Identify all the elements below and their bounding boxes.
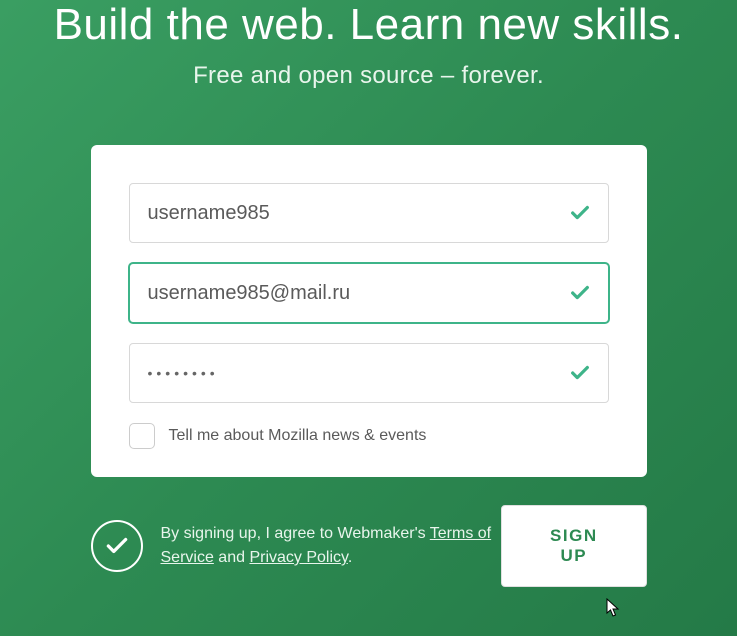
agree-indicator (91, 520, 143, 572)
newsletter-checkbox[interactable] (129, 423, 155, 449)
newsletter-label: Tell me about Mozilla news & events (169, 427, 427, 445)
username-input[interactable] (129, 183, 609, 243)
check-icon (569, 362, 591, 384)
agree-suffix: . (348, 549, 352, 566)
hero-subtitle: Free and open source – forever. (0, 62, 737, 90)
password-input[interactable] (129, 343, 609, 403)
agree-prefix: By signing up, I agree to Webmaker's (161, 525, 430, 542)
agree-section: By signing up, I agree to Webmaker's Ter… (91, 520, 502, 572)
cursor-icon (606, 598, 622, 618)
newsletter-row: Tell me about Mozilla news & events (129, 423, 609, 449)
agree-middle: and (214, 549, 250, 566)
signup-button[interactable]: SIGN UP (501, 505, 646, 587)
check-icon (569, 282, 591, 304)
footer-row: By signing up, I agree to Webmaker's Ter… (91, 505, 647, 587)
username-field-wrapper (129, 183, 609, 243)
email-input[interactable] (129, 263, 609, 323)
privacy-link[interactable]: Privacy Policy (249, 549, 347, 566)
email-field-wrapper (129, 263, 609, 323)
agree-text: By signing up, I agree to Webmaker's Ter… (161, 522, 502, 570)
signup-form-card: Tell me about Mozilla news & events (91, 145, 647, 477)
check-icon (569, 202, 591, 224)
hero-title: Build the web. Learn new skills. (0, 0, 737, 50)
check-icon (104, 533, 130, 559)
password-field-wrapper (129, 343, 609, 403)
